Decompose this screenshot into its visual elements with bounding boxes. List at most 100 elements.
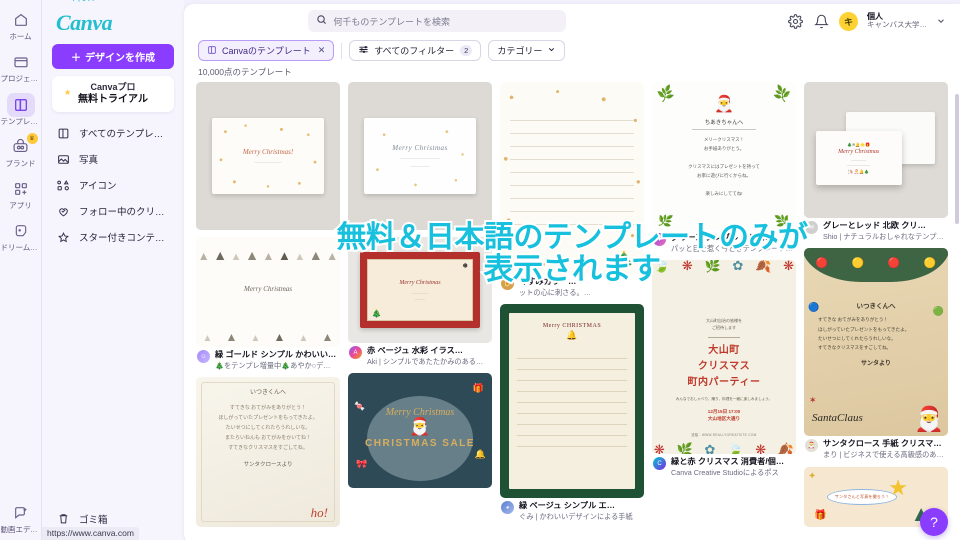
rail-item-projects[interactable]: プロジェク… xyxy=(1,50,41,83)
grid-column-4: 🌿 🌿 🎅 ちあきちゃんへ メリークリスマス！ お手紙ありがとう。 クリスマスにはプ… xyxy=(652,82,796,540)
account-switcher[interactable]: 個人 キャンバス大学… xyxy=(867,12,927,30)
template-thumbnail[interactable]: いつきくんへ すてきな おてがみをありがとう！ ほしがっていたプレゼントをもってき… xyxy=(196,377,340,528)
template-title: 赤 ベージュ 水彩 イラス… xyxy=(367,346,463,355)
template-title: 緑 ゴールド シンプル かわいい… xyxy=(215,350,337,359)
help-button[interactable]: ? xyxy=(920,508,948,536)
template-card[interactable]: Merry Christmas ________________________… xyxy=(348,82,492,230)
template-thumbnail[interactable]: Merry CHRISTMAS 🔔 xyxy=(500,304,644,499)
template-author: ットの心に刺さる。… xyxy=(519,287,591,297)
rail-item-video-editor[interactable]: 動画エディター… xyxy=(1,501,41,534)
avatar[interactable]: キ xyxy=(838,11,858,31)
thumb-inner-text: Merry Christmas xyxy=(399,279,441,286)
rail-item-apps[interactable]: アプリ xyxy=(1,177,41,210)
pro-card-line2: 無料トライアル xyxy=(78,94,148,106)
thumb-inner-text: ちあきちゃんへ xyxy=(704,120,744,126)
template-grid: Merry Christmas! ________________ ▲▲ ▲▲ xyxy=(184,82,960,540)
template-card[interactable]: 🌿 🌿 🎅 ちあきちゃんへ メリークリスマス！ お手紙ありがとう。 クリスマスにはプ… xyxy=(652,82,796,253)
templates-icon xyxy=(6,92,35,117)
template-thumbnail[interactable]: 🍃 ❋ 🌿 ✿ 🍂 ❋ 大山町自治の皆様を ご招待します 大山町 クリスマス 町内パーティー み… xyxy=(652,260,796,455)
avatar: 🍺 xyxy=(501,277,514,290)
sidebar-item-icons[interactable]: アイコン xyxy=(50,172,176,198)
sidebar-item-icons-label: アイコン xyxy=(79,181,117,193)
rail-item-dreamlab-label: ドリームラ… xyxy=(0,244,41,253)
top-bar: 何千ものテンプレートを検索 キ 個人 キャンバス大学… xyxy=(184,4,960,38)
rail-item-dreamlab[interactable]: ドリームラ… xyxy=(1,219,41,252)
template-card[interactable]: Merry Christmas __________ ______ 🎄 ❅ A … xyxy=(348,237,492,366)
sidebar-item-starred-content-label: スター付きコンテンツ xyxy=(79,233,170,245)
template-card[interactable]: Merry Christmas 🎅 CHRISTMAS SALE 🍬 🎁 🔔 🎀 xyxy=(348,373,492,489)
template-card[interactable]: ▲ ▲ ▲ ▲ ▲ ▲ ▲ ▲ ▲ Merry Christmas ▲ ▲ ▲ ▲ ▲ ▲ xyxy=(196,237,340,370)
canva-pro-trial-card[interactable]: ★ Canvaプロ 無料トライアル xyxy=(52,76,174,113)
chip-category-label: カテゴリー xyxy=(497,46,543,56)
chevron-down-icon xyxy=(547,45,556,56)
scrollbar[interactable] xyxy=(955,94,959,224)
grid-column-1: Merry Christmas! ________________ ▲▲ ▲▲ xyxy=(196,82,340,540)
template-thumbnail[interactable]: Merry Christmas 🎅 CHRISTMAS SALE 🍬 🎁 🔔 🎀 xyxy=(348,373,492,489)
sidebar-item-all-templates[interactable]: すべてのテンプレート xyxy=(50,120,176,146)
main-content: 何千ものテンプレートを検索 キ 個人 キャンバス大学… Canvaのテンプレート… xyxy=(184,4,960,540)
templates-icon xyxy=(56,126,71,141)
video-editor-icon xyxy=(7,501,35,525)
template-card[interactable]: Merry Christmas! ________________ xyxy=(196,82,340,230)
search-input[interactable]: 何千ものテンプレートを検索 xyxy=(308,10,567,32)
template-meta: C 緑と赤 クリスマス 消費者/個… Canva Creative Studio… xyxy=(652,454,796,477)
template-meta: ◕ 緑 ベージュ シンプル エ… ぐみ | かわいいデザインによる手紙 xyxy=(500,498,644,521)
avatar: ✉ xyxy=(805,221,818,234)
template-author: パッと目を惹く今どきテンプレート… xyxy=(671,243,793,253)
shapes-icon xyxy=(56,178,71,193)
template-author: Canva Creative Studioによるポス xyxy=(671,468,779,478)
top-right-controls: キ 個人 キャンバス大学… xyxy=(787,11,946,31)
sidebar-panel: Canva キャンバ ＋ デザインを作成 ★ Canvaプロ 無料トライアル す… xyxy=(42,0,184,540)
gear-icon[interactable] xyxy=(787,13,804,30)
sidebar-item-starred-content[interactable]: スター付きコンテンツ xyxy=(50,224,176,250)
canva-logo-kana: キャンバ xyxy=(70,0,95,3)
sidebar-item-photos[interactable]: 写真 xyxy=(50,146,176,172)
plus-icon: ＋ xyxy=(71,53,81,64)
template-thumbnail[interactable]: Merry Christmas __________ ______ 🎄 ❅ xyxy=(348,237,492,343)
sidebar-item-following-creators-label: フォロー中のクリエイ… xyxy=(79,207,170,219)
template-title: グレーとレッド 北欧 クリ… xyxy=(823,221,926,230)
canva-logo[interactable]: Canva キャンバ xyxy=(50,0,176,38)
create-design-button[interactable]: ＋ デザインを作成 xyxy=(52,44,174,69)
bell-icon[interactable] xyxy=(813,13,830,30)
rail-item-home[interactable]: ホーム xyxy=(1,8,41,41)
avatar: 🎅 xyxy=(805,439,818,453)
template-card[interactable]: 🔴 🟡 🔴 🟡 🔵 🟢 いつきくんへ すてきな おてがみをありがとう！ ほしがっていたプ… xyxy=(804,248,948,459)
following-icon xyxy=(56,204,71,219)
template-meta: 🍺 くすみカラー… ットの心に刺さる。… xyxy=(500,274,644,297)
template-thumbnail[interactable]: Merry Christmas! ________________ xyxy=(196,82,340,230)
template-title: グリーン シンプル クリス… xyxy=(671,233,774,242)
template-card[interactable]: 🍃 ❋ 🌿 ✿ 🍂 ❋ 大山町自治の皆様を ご招待します 大山町 クリスマス 町内パーティー み… xyxy=(652,260,796,477)
sidebar-item-following-creators[interactable]: フォロー中のクリエイ… xyxy=(50,198,176,224)
grid-column-2: Merry Christmas ________________________… xyxy=(348,82,492,540)
avatar: ♥ xyxy=(653,233,666,246)
rail-item-brand[interactable]: ♛ ブランド xyxy=(1,132,41,168)
rail-item-home-label: ホーム xyxy=(9,33,32,41)
template-thumbnail[interactable]: 🔴 🟡 🔴 🟡 🔵 🟢 いつきくんへ すてきな おてがみをありがとう！ ほしがっていたプ… xyxy=(804,248,948,437)
template-thumbnail[interactable]: Merry Christmas ________________________… xyxy=(348,82,492,230)
card-oyama-party-floral: 🍃 ❋ 🌿 ✿ 🍂 ❋ 大山町自治の皆様を ご招待します 大山町 クリスマス 町内パーティー み… xyxy=(652,260,796,455)
template-thumbnail[interactable]: 🎄❄🔔🌟🎁 Merry Christmas _________ ________… xyxy=(804,82,948,218)
template-thumbnail[interactable]: 🎄 xyxy=(500,82,644,274)
template-card[interactable]: Merry CHRISTMAS 🔔 ◕ 緑 ベージュ シンプル エ… ぐみ | … xyxy=(500,304,644,521)
close-icon[interactable]: ✕ xyxy=(318,45,326,56)
template-card[interactable]: 🎄 🍺 くすみカラー… ットの心に刺さる。… xyxy=(500,82,644,297)
template-card[interactable]: 🎄❄🔔🌟🎁 Merry Christmas _________ ________… xyxy=(804,82,948,241)
canva-logo-text: Canva xyxy=(56,10,113,35)
avatar: ◕ xyxy=(501,501,514,515)
folder-icon xyxy=(7,50,35,74)
template-card[interactable]: いつきくんへ すてきな おてがみをありがとう！ ほしがっていたプレゼントをもってき… xyxy=(196,377,340,528)
chevron-down-icon[interactable] xyxy=(936,13,946,30)
template-thumbnail[interactable]: ▲ ▲ ▲ ▲ ▲ ▲ ▲ ▲ ▲ Merry Christmas ▲ ▲ ▲ ▲ ▲ ▲ xyxy=(196,237,340,347)
rail-item-templates-label: テンプレー… xyxy=(0,117,41,126)
card-merry-christmas-white: Merry Christmas ________________________… xyxy=(348,82,492,230)
thumb-inner-text: CHRISTMAS SALE xyxy=(365,437,475,449)
search-icon xyxy=(316,12,327,30)
chip-canva-templates[interactable]: Canvaのテンプレート ✕ xyxy=(198,40,335,61)
template-thumbnail[interactable]: 🌿 🌿 🎅 ちあきちゃんへ メリークリスマス！ お手紙ありがとう。 クリスマスにはプ… xyxy=(652,82,796,230)
chip-category[interactable]: カテゴリー xyxy=(488,40,566,61)
chip-all-filters-label: すべてのフィルター xyxy=(374,46,455,56)
chip-all-filters[interactable]: すべてのフィルター 2 xyxy=(349,40,482,61)
thumb-inner-text: いつきくんへ xyxy=(249,390,286,397)
rail-item-templates[interactable]: テンプレー… xyxy=(0,92,41,126)
